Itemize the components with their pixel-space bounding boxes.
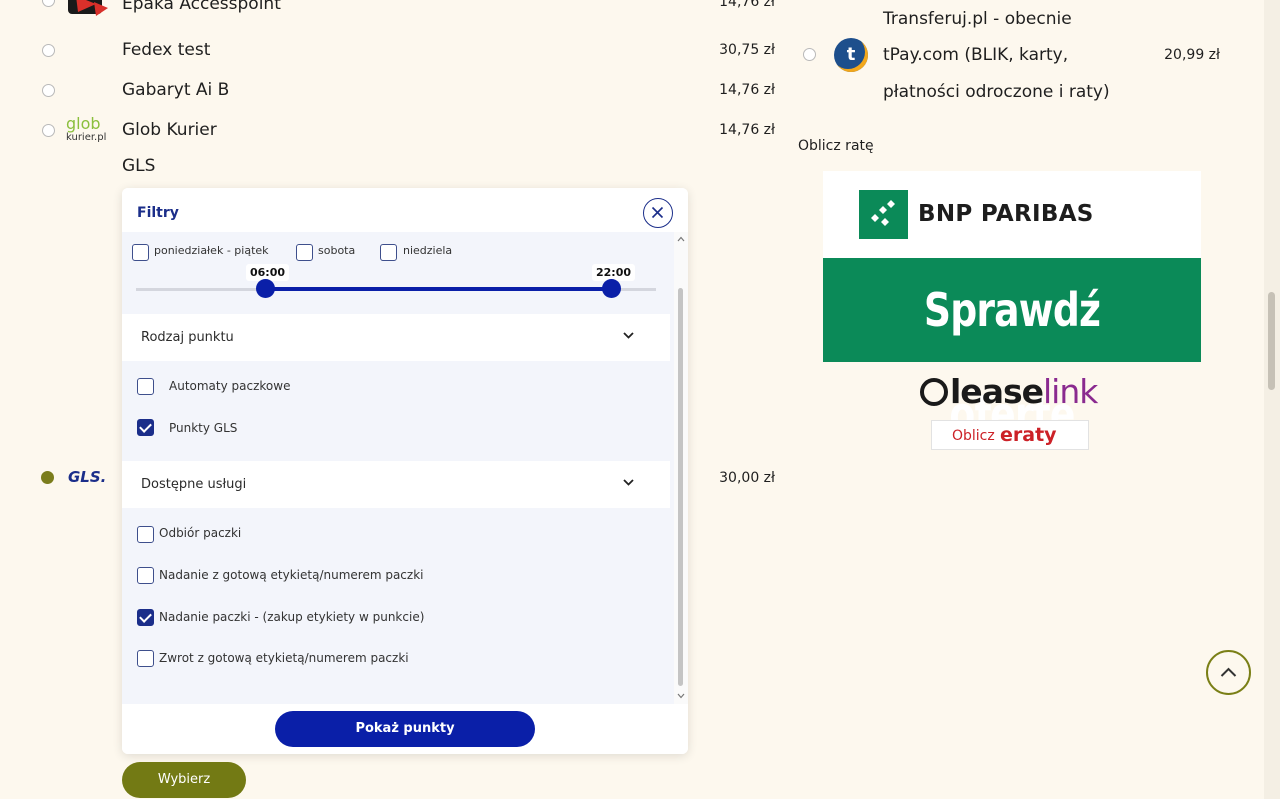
glob-kurier-logo-icon: glob kurier.pl [66, 114, 107, 143]
option-label: Odbiór paczki [159, 526, 242, 540]
page-scroll-thumb[interactable] [1268, 292, 1275, 390]
leaselink-circle-icon [920, 378, 948, 406]
option-label: Nadanie paczki - (zakup etykiety w punkc… [159, 610, 425, 624]
gls-logo-icon: GLS. [68, 468, 107, 486]
bnp-header: BNP PARIBAS [823, 171, 1201, 258]
carrier-price: 14,76 zł [719, 82, 775, 98]
day-checkbox-weekdays[interactable] [132, 244, 149, 261]
option-checkbox-nadanie-etykieta[interactable] [137, 567, 154, 584]
carrier-name: Glob Kurier [122, 120, 217, 140]
day-checkbox-sunday[interactable] [380, 244, 397, 261]
tpay-logo-icon: t [834, 38, 868, 72]
option-label: Zwrot z gotową etykietą/numerem paczki [159, 651, 409, 665]
option-label: Automaty paczkowe [169, 379, 291, 393]
chevron-down-icon [623, 332, 634, 339]
time-slider-range [266, 287, 612, 291]
carrier-radio-glob[interactable] [42, 124, 55, 137]
day-label: niedziela [403, 244, 453, 257]
carrier-price: 30,75 zł [719, 42, 775, 58]
option-checkbox-punkty-gls[interactable] [137, 419, 154, 436]
option-checkbox-odbior[interactable] [137, 526, 154, 543]
page-scrollbar[interactable] [1264, 0, 1280, 799]
payment-price: 20,99 zł [1164, 47, 1220, 63]
option-checkbox-nadanie-zakup[interactable] [137, 609, 154, 626]
chevron-down-icon [623, 479, 634, 486]
section-point-type-header[interactable]: Rodzaj punktu [122, 314, 670, 361]
modal-scrollbar[interactable] [674, 232, 688, 704]
carrier-radio-epaka[interactable] [42, 0, 55, 7]
carrier-price: 30,00 zł [719, 470, 775, 486]
section-title: Dostępne usługi [141, 477, 247, 492]
scroll-to-top-button[interactable] [1206, 650, 1251, 695]
carrier-radio-gls[interactable] [41, 471, 54, 484]
option-label: Punkty GLS [169, 421, 238, 435]
carrier-price: 14,76 zł [719, 0, 775, 10]
carrier-group-label: GLS [122, 156, 156, 176]
carrier-radio-fedex[interactable] [42, 44, 55, 57]
bnp-logo-icon [859, 190, 908, 239]
eraty-prefix: Oblicz [952, 428, 995, 444]
payment-line: tPay.com (BLIK, karty, [883, 45, 1069, 65]
modal-footer: Pokaż punkty [122, 704, 688, 754]
eraty-brand: eraty [1000, 424, 1057, 446]
modal-header: Filtry [122, 188, 688, 234]
scroll-up-icon [677, 236, 685, 242]
carrier-price: 14,76 zł [719, 122, 775, 138]
close-button[interactable] [643, 198, 673, 228]
modal-body: poniedziałek - piątek sobota niedziela 0… [122, 232, 674, 704]
payment-line: płatności odroczone i raty) [883, 82, 1110, 102]
bnp-offer-area: Sprawdź ofertę [823, 258, 1201, 441]
option-label: Nadanie z gotową etykietą/numerem paczki [159, 568, 424, 582]
leaselink-logo[interactable]: leaselink [920, 372, 1098, 411]
choose-button[interactable]: Wybierz [122, 762, 246, 798]
modal-scroll-thumb[interactable] [678, 288, 683, 686]
carrier-name: Gabaryt Ai B [122, 80, 230, 100]
option-checkbox-automaty[interactable] [137, 378, 154, 395]
bnp-offer-text: Sprawdź ofertę [923, 283, 1101, 441]
carrier-name: Fedex test [122, 40, 211, 60]
filters-modal: Filtry poniedziałek - piątek sobota nied… [122, 188, 688, 754]
day-checkbox-saturday[interactable] [296, 244, 313, 261]
payment-line: Transferuj.pl - obecnie [883, 9, 1072, 29]
scroll-down-icon [677, 693, 685, 699]
option-checkbox-zwrot[interactable] [137, 650, 154, 667]
day-label: poniedziałek - piątek [154, 244, 269, 257]
section-services-header[interactable]: Dostępne usługi [122, 461, 670, 508]
show-points-button[interactable]: Pokaż punkty [275, 711, 535, 747]
eraty-calculator-button[interactable]: Oblicz eraty [931, 420, 1089, 450]
calc-installment-label: Oblicz ratę [798, 138, 874, 154]
time-slider-handle-from[interactable] [256, 279, 275, 298]
section-title: Rodzaj punktu [141, 330, 234, 345]
payment-radio-tpay[interactable] [803, 48, 816, 61]
carrier-name: Epaka Accesspoint [122, 0, 281, 14]
day-label: sobota [318, 244, 356, 257]
close-icon [651, 206, 664, 219]
chevron-up-icon [1220, 667, 1237, 677]
epaka-logo-icon [66, 0, 110, 22]
modal-title: Filtry [137, 205, 179, 221]
carrier-radio-gabaryt[interactable] [42, 84, 55, 97]
bnp-brand-name: BNP PARIBAS [918, 201, 1094, 227]
time-slider-handle-to[interactable] [602, 279, 621, 298]
